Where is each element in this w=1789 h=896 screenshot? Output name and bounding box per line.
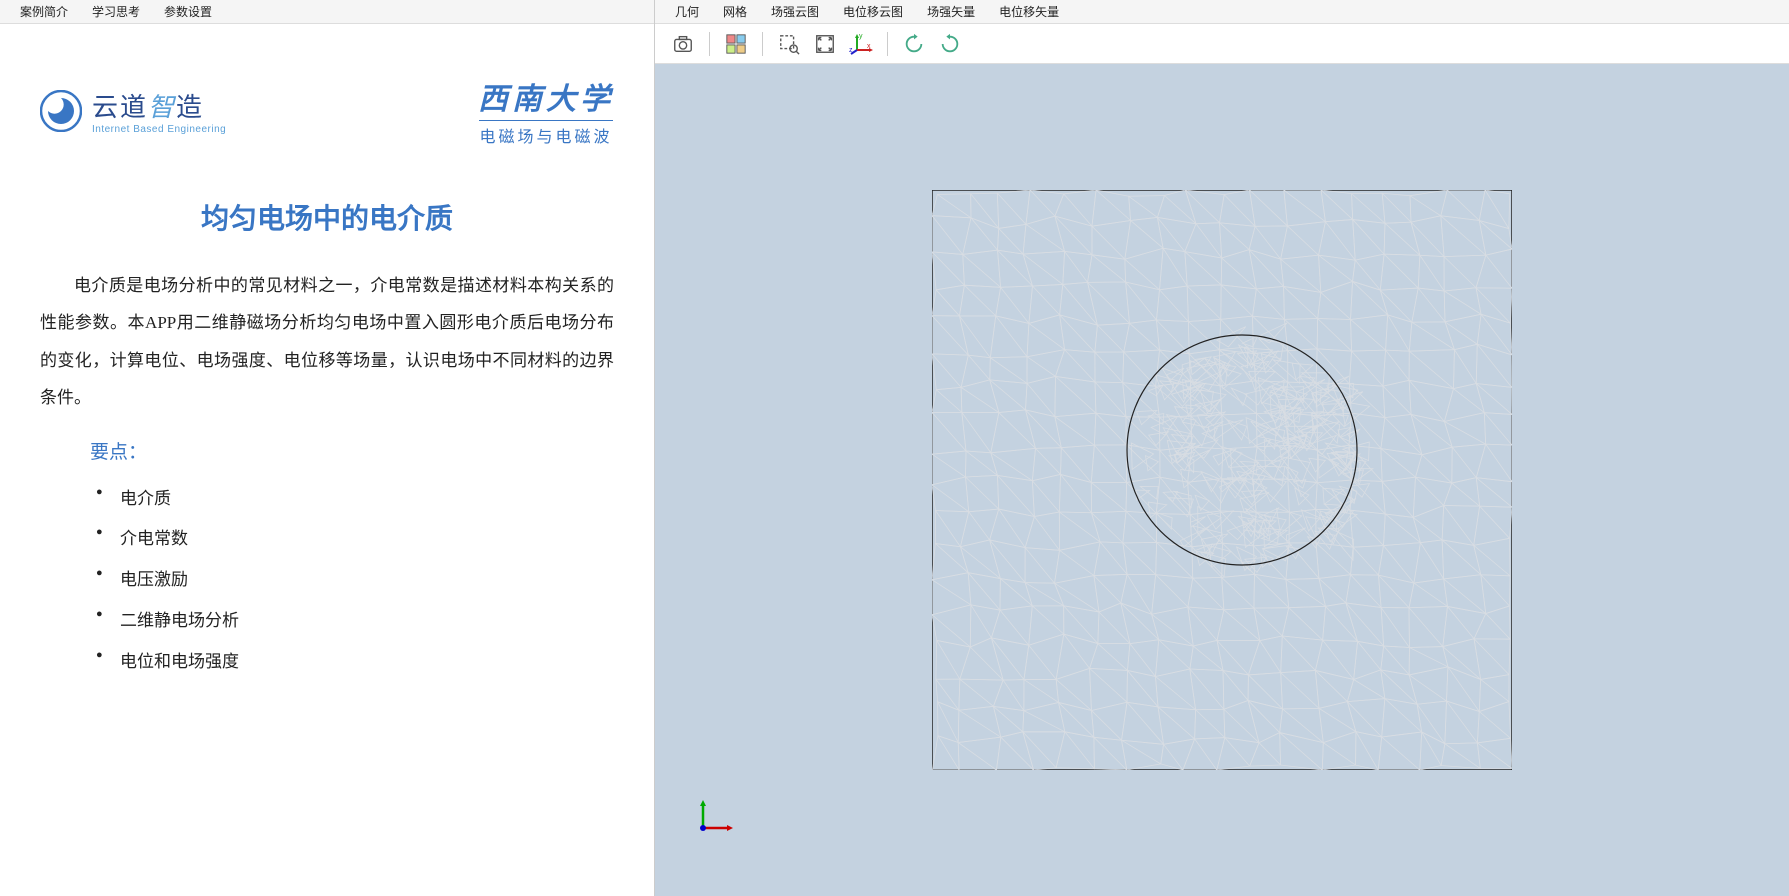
select-mode-icon[interactable] bbox=[720, 28, 752, 60]
intro-paragraph: 电介质是电场分析中的常见材料之一，介电常数是描述材料本构关系的性能参数。本APP… bbox=[40, 267, 614, 417]
list-item: 电介质 bbox=[120, 479, 614, 520]
menu-geometry[interactable]: 几何 bbox=[663, 3, 711, 20]
logo-right-sub: 电磁场与电磁波 bbox=[479, 120, 612, 147]
page-title: 均匀电场中的电介质 bbox=[40, 197, 614, 237]
svg-text:x: x bbox=[867, 43, 871, 50]
list-item: 电压激励 bbox=[120, 560, 614, 601]
svg-text:z: z bbox=[849, 47, 853, 54]
menu-disp-vector[interactable]: 电位移矢量 bbox=[987, 3, 1071, 20]
points-title: 要点： bbox=[90, 437, 614, 464]
toolbar-separator bbox=[709, 32, 710, 56]
right-panel: 几何 网格 场强云图 电位移云图 场强矢量 电位移矢量 yx z bbox=[655, 0, 1789, 896]
fit-extents-icon[interactable] bbox=[809, 28, 841, 60]
viewport-3d[interactable] bbox=[655, 64, 1789, 896]
rotate-cw-icon[interactable] bbox=[898, 28, 930, 60]
swirl-icon bbox=[40, 90, 82, 132]
menu-disp-cloud[interactable]: 电位移云图 bbox=[831, 3, 915, 20]
menu-field-vector[interactable]: 场强矢量 bbox=[915, 3, 987, 20]
content-area: 均匀电场中的电介质 电介质是电场分析中的常见材料之一，介电常数是描述材料本构关系… bbox=[0, 177, 654, 683]
viewport-toolbar: yx z bbox=[655, 24, 1789, 64]
camera-icon[interactable] bbox=[667, 28, 699, 60]
mesh-display bbox=[932, 190, 1512, 770]
points-list: 电介质 介电常数 电压激励 二维静电场分析 电位和电场强度 bbox=[40, 479, 614, 683]
logo-left-sub: Internet Based Engineering bbox=[92, 124, 226, 135]
menu-mesh[interactable]: 网格 bbox=[711, 3, 759, 20]
logo-swu: 西南大学 电磁场与电磁波 bbox=[478, 74, 614, 147]
menu-param-setting[interactable]: 参数设置 bbox=[152, 3, 224, 20]
left-menu-bar: 案例简介 学习思考 参数设置 bbox=[0, 0, 654, 24]
list-item: 二维静电场分析 bbox=[120, 601, 614, 642]
right-menu-bar: 几何 网格 场强云图 电位移云图 场强矢量 电位移矢量 bbox=[655, 0, 1789, 24]
toolbar-separator bbox=[762, 32, 763, 56]
rotate-ccw-icon[interactable] bbox=[934, 28, 966, 60]
logo-right-main: 西南大学 bbox=[478, 74, 614, 118]
logo-left-main: 云道智造 bbox=[92, 87, 226, 124]
zoom-box-icon[interactable] bbox=[773, 28, 805, 60]
svg-text:y: y bbox=[859, 33, 863, 40]
menu-case-intro[interactable]: 案例简介 bbox=[8, 3, 80, 20]
axis-indicator-icon bbox=[695, 796, 735, 836]
menu-study-think[interactable]: 学习思考 bbox=[80, 3, 152, 20]
menu-field-cloud[interactable]: 场强云图 bbox=[759, 3, 831, 20]
list-item: 介电常数 bbox=[120, 519, 614, 560]
list-item: 电位和电场强度 bbox=[120, 642, 614, 683]
toolbar-separator bbox=[887, 32, 888, 56]
logo-yundao: 云道智造 Internet Based Engineering bbox=[40, 87, 226, 135]
logos-row: 云道智造 Internet Based Engineering 西南大学 电磁场… bbox=[0, 24, 654, 177]
left-panel: 案例简介 学习思考 参数设置 云道智造 Internet Based Engin… bbox=[0, 0, 655, 896]
axes-icon[interactable]: yx z bbox=[845, 28, 877, 60]
